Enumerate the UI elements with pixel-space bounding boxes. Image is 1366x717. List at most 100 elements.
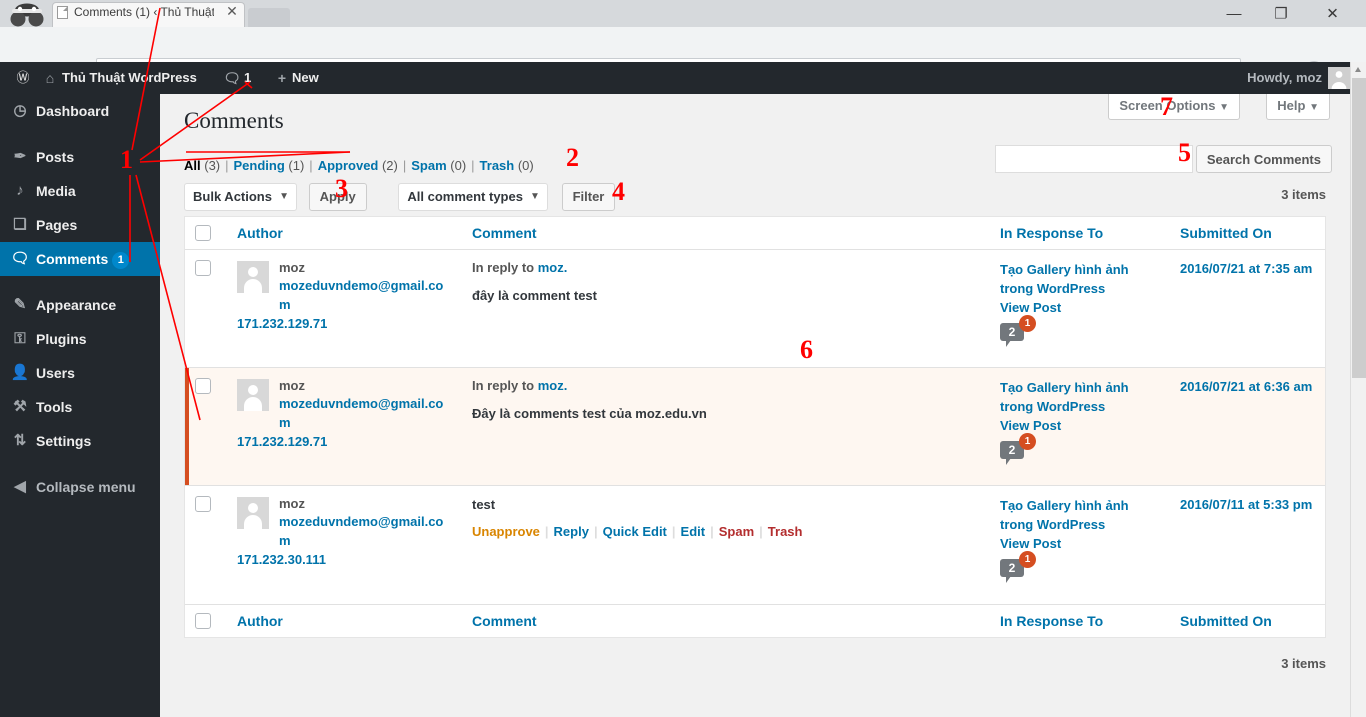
sidebar-item-posts[interactable]: ✒ Posts xyxy=(0,140,160,174)
new-tab-button[interactable] xyxy=(248,8,290,27)
window-maximize-button[interactable]: ❐ xyxy=(1258,0,1304,27)
admin-bar-site-name[interactable]: ⌂ Thủ Thuật WordPress xyxy=(40,62,197,94)
comment-type-select[interactable]: All comment types ▼ xyxy=(398,183,548,211)
comment-bubble-icon: 🗨 xyxy=(223,70,241,86)
window-minimize-button[interactable]: — xyxy=(1211,0,1257,27)
help-button[interactable]: Help ▼ xyxy=(1266,94,1330,120)
media-icon: ♪ xyxy=(16,182,24,199)
search-comments-button[interactable]: Search Comments xyxy=(1195,145,1332,173)
row-checkbox[interactable] xyxy=(195,378,211,394)
author-ip[interactable]: 171.232.129.71 xyxy=(237,314,452,334)
response-post-title[interactable]: Tạo Gallery hình ảnh trong WordPress xyxy=(1000,496,1160,534)
column-header-submitted-on[interactable]: Submitted On xyxy=(1170,217,1325,249)
sidebar-item-settings[interactable]: ⇅ Settings xyxy=(0,424,160,458)
admin-bar-new[interactable]: + New xyxy=(272,62,319,94)
action-separator: | xyxy=(759,524,763,539)
sidebar-item-tools[interactable]: ⚒ Tools xyxy=(0,390,160,424)
author-email[interactable]: mozeduvndemo@gmail.com xyxy=(279,396,443,430)
wordpress-logo-icon[interactable]: Ⓦ xyxy=(8,62,38,94)
author-avatar xyxy=(237,379,269,411)
comment-count-bubble[interactable]: 21 xyxy=(1000,315,1036,347)
sidebar-item-media[interactable]: ♪ Media xyxy=(0,174,160,208)
sidebar-item-comments[interactable]: 🗨 Comments 1 xyxy=(0,242,160,276)
action-edit[interactable]: Edit xyxy=(681,524,706,539)
view-post-link[interactable]: View Post xyxy=(1000,416,1160,435)
view-post-link[interactable]: View Post xyxy=(1000,298,1160,317)
column-footer-submitted-on[interactable]: Submitted On xyxy=(1170,605,1325,637)
sidebar-item-plugins[interactable]: ⚿ Plugins xyxy=(0,322,160,356)
bulk-actions-select[interactable]: Bulk Actions ▼ xyxy=(184,183,297,211)
comments-table-body: moz mozeduvndemo@gmail.com 171.232.129.71 I… xyxy=(185,250,1325,604)
view-post-link[interactable]: View Post xyxy=(1000,534,1160,553)
page-scrollbar[interactable] xyxy=(1350,62,1366,717)
author-ip[interactable]: 171.232.129.71 xyxy=(237,432,452,452)
status-filter-count: (0) xyxy=(514,158,534,173)
author-ip[interactable]: 171.232.30.111 xyxy=(237,550,452,570)
column-footer-in-response-to[interactable]: In Response To xyxy=(990,605,1170,637)
scrollbar-thumb[interactable] xyxy=(1352,78,1366,378)
submitted-on-value[interactable]: 2016/07/11 at 5:33 pm xyxy=(1180,497,1312,512)
column-header-author[interactable]: Author xyxy=(227,217,462,249)
sidebar-item-label: Dashboard xyxy=(36,103,110,119)
sliders-icon: ⇅ xyxy=(13,432,27,449)
sidebar-item-dashboard[interactable]: ◷ Dashboard xyxy=(0,94,160,128)
collapse-menu-label: Collapse menu xyxy=(36,479,136,495)
dashboard-icon: ◷ xyxy=(13,102,27,119)
status-filter-spam[interactable]: Spam xyxy=(411,158,446,173)
sidebar-item-label: Posts xyxy=(36,149,75,165)
sidebar-item-collapse-menu[interactable]: ◀ Collapse menu xyxy=(0,470,160,504)
tab-close-icon[interactable]: ✕ xyxy=(225,4,239,19)
action-trash[interactable]: Trash xyxy=(768,524,803,539)
action-spam[interactable]: Spam xyxy=(719,524,754,539)
column-footer-author[interactable]: Author xyxy=(227,605,462,637)
collapse-arrow-icon: ◀ xyxy=(14,478,26,495)
sidebar-item-label: Pages xyxy=(36,217,78,233)
scrollbar-up-arrow-icon[interactable] xyxy=(1351,62,1366,77)
action-unapprove[interactable]: Unapprove xyxy=(472,524,540,539)
column-footer-comment[interactable]: Comment xyxy=(462,605,990,637)
in-reply-to-link[interactable]: moz. xyxy=(538,260,568,275)
sidebar-item-pages[interactable]: ❏ Pages xyxy=(0,208,160,242)
search-input[interactable] xyxy=(995,145,1194,173)
screen-options-label: Screen Options xyxy=(1119,98,1216,113)
select-all-checkbox-footer[interactable] xyxy=(195,613,211,629)
sidebar-item-appearance[interactable]: ✎ Appearance xyxy=(0,288,160,322)
submitted-on-value[interactable]: 2016/07/21 at 7:35 am xyxy=(1180,261,1312,276)
column-header-comment[interactable]: Comment xyxy=(462,217,990,249)
pages-icon: ❏ xyxy=(13,216,27,233)
response-post-title[interactable]: Tạo Gallery hình ảnh trong WordPress xyxy=(1000,378,1160,416)
comment-count-bubble[interactable]: 21 xyxy=(1000,433,1036,465)
admin-bar-comments[interactable]: 🗨 1 xyxy=(222,62,251,94)
window-close-button[interactable]: ✕ xyxy=(1305,0,1360,27)
author-email[interactable]: mozeduvndemo@gmail.com xyxy=(279,514,443,548)
comment-count-bubble[interactable]: 21 xyxy=(1000,551,1036,583)
screen-options-button[interactable]: Screen Options ▼ xyxy=(1108,94,1240,120)
items-count-bottom: 3 items xyxy=(1281,656,1326,671)
admin-bar-howdy[interactable]: Howdy, moz xyxy=(1247,62,1322,94)
sidebar-item-label: Comments xyxy=(36,251,109,267)
column-header-in-response-to[interactable]: In Response To xyxy=(990,217,1170,249)
wrench-icon: ⚒ xyxy=(13,398,27,415)
apply-button[interactable]: Apply xyxy=(308,183,367,211)
status-filter-all[interactable]: All xyxy=(184,158,201,173)
row-select-cell xyxy=(185,368,227,485)
author-email[interactable]: mozeduvndemo@gmail.com xyxy=(279,278,443,312)
status-filter-count: (1) xyxy=(284,158,305,173)
filter-button[interactable]: Filter xyxy=(561,183,616,211)
status-filter-approved[interactable]: Approved xyxy=(318,158,379,173)
response-post-title[interactable]: Tạo Gallery hình ảnh trong WordPress xyxy=(1000,260,1160,298)
row-checkbox[interactable] xyxy=(195,260,211,276)
wp-admin-bar: Ⓦ ⌂ Thủ Thuật WordPress 🗨 1 + New Howdy,… xyxy=(0,62,1366,94)
select-all-checkbox[interactable] xyxy=(195,225,211,241)
sidebar-item-users[interactable]: 👤 Users xyxy=(0,356,160,390)
status-filter-pending[interactable]: Pending xyxy=(234,158,285,173)
in-reply-to-link[interactable]: moz. xyxy=(538,378,568,393)
filter-separator: | xyxy=(309,158,313,173)
row-checkbox[interactable] xyxy=(195,496,211,512)
action-reply[interactable]: Reply xyxy=(554,524,589,539)
submitted-on-cell: 2016/07/21 at 7:35 am xyxy=(1170,250,1325,367)
status-filter-trash[interactable]: Trash xyxy=(480,158,515,173)
submitted-on-value[interactable]: 2016/07/21 at 6:36 am xyxy=(1180,379,1312,394)
sidebar-item-label: Media xyxy=(36,183,76,199)
action-quick-edit[interactable]: Quick Edit xyxy=(603,524,667,539)
